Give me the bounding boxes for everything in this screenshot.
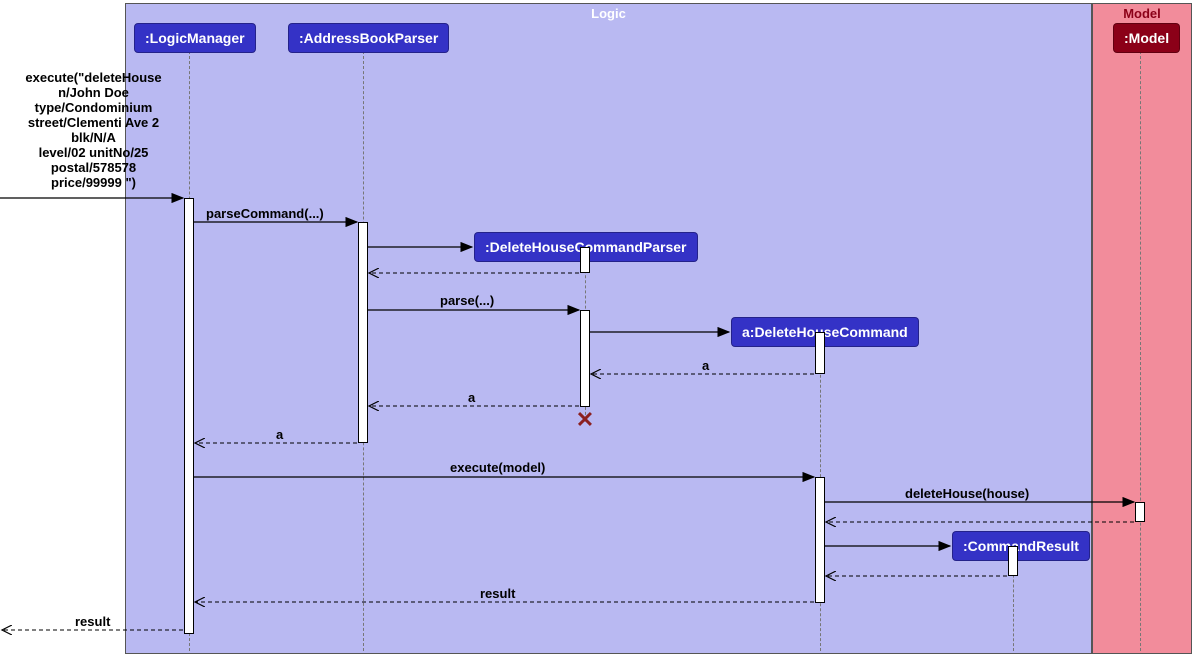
- msg-parsecommand: parseCommand(...): [206, 206, 324, 221]
- logic-region: Logic: [125, 3, 1092, 654]
- model-region-label: Model: [1123, 6, 1161, 21]
- model-region: Model: [1092, 3, 1192, 654]
- activation-dhc-2: [815, 477, 825, 603]
- activation-dhc-1: [815, 332, 825, 374]
- activation-logicmanager: [184, 198, 194, 634]
- participant-addressbookparser: :AddressBookParser: [288, 23, 449, 53]
- activation-addressbookparser: [358, 222, 368, 443]
- participant-model: :Model: [1113, 23, 1180, 53]
- participant-logicmanager: :LogicManager: [134, 23, 256, 53]
- msg-execute-model: execute(model): [450, 460, 545, 475]
- msg-parse: parse(...): [440, 293, 494, 308]
- msg-return-a3: a: [276, 427, 283, 442]
- participant-commandresult: :CommandResult: [952, 531, 1090, 561]
- activation-dhcp-1: [580, 247, 590, 273]
- msg-deletehouse: deleteHouse(house): [905, 486, 1029, 501]
- destroy-icon: ✕: [576, 407, 594, 433]
- msg-result2: result: [75, 614, 110, 629]
- logic-region-label: Logic: [591, 6, 626, 21]
- msg-return-a1: a: [702, 358, 709, 373]
- msg-return-a2: a: [468, 390, 475, 405]
- lifeline-model: [1140, 51, 1141, 651]
- msg-exec-call: execute("deleteHouse n/John Doe type/Con…: [6, 70, 181, 190]
- activation-commandresult: [1008, 546, 1018, 576]
- msg-result1: result: [480, 586, 515, 601]
- activation-dhcp-2: [580, 310, 590, 407]
- activation-model: [1135, 502, 1145, 522]
